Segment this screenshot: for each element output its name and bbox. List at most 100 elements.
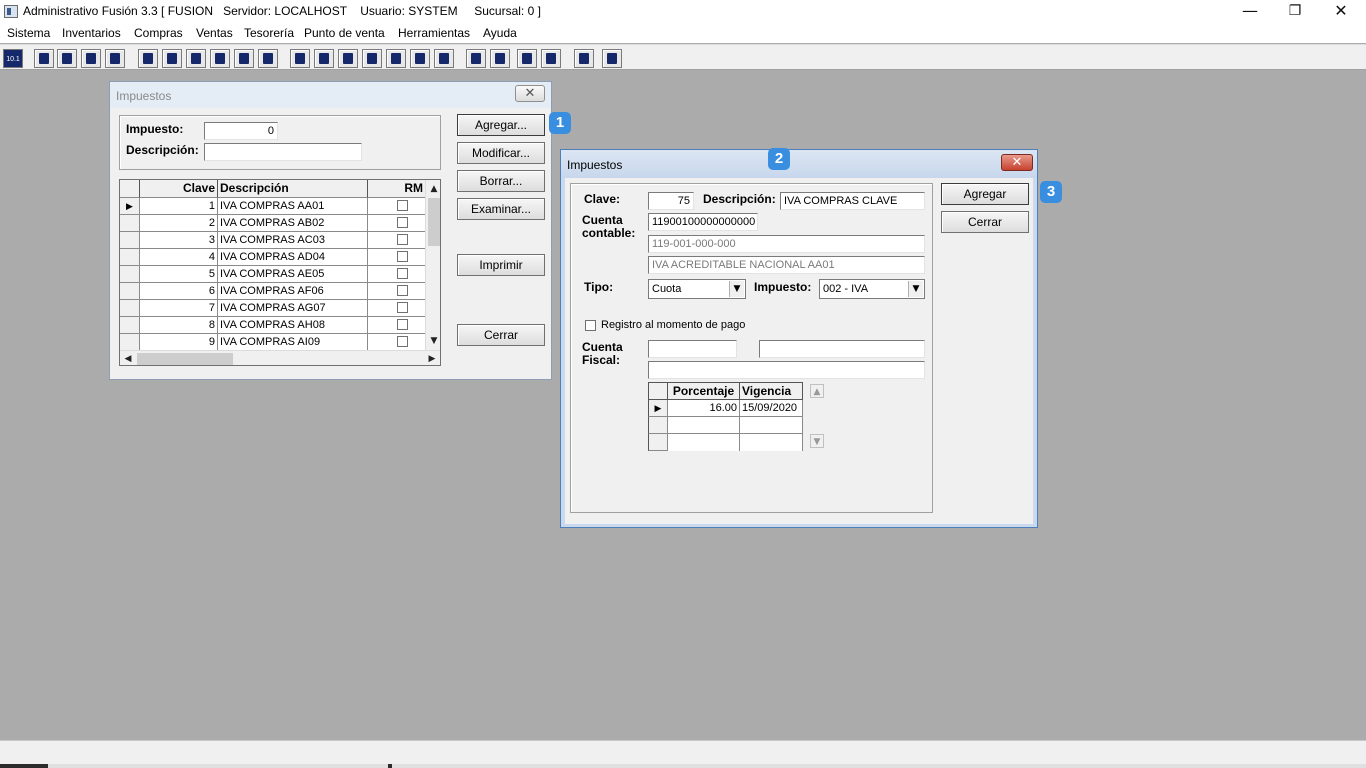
grid-cell-clave[interactable]: 1 <box>140 198 218 215</box>
grid-cell-rm[interactable] <box>368 249 426 266</box>
list-window-close-icon[interactable]: ✕ <box>515 85 545 102</box>
rm-checkbox[interactable] <box>397 234 408 245</box>
grid-cell-descripcion[interactable]: IVA COMPRAS AG07 <box>218 300 368 317</box>
minimize-button[interactable]: — <box>1227 0 1273 24</box>
scroll-up-icon[interactable]: ▲ <box>427 182 440 196</box>
grid-cell-rm[interactable] <box>368 317 426 334</box>
cuenta-contable-input[interactable]: 11900100000000000 <box>648 213 758 231</box>
import-icon[interactable] <box>186 49 206 68</box>
grid-cell-descripcion[interactable]: IVA COMPRAS AA01 <box>218 198 368 215</box>
menu-sistema[interactable]: Sistema <box>7 26 50 40</box>
restore-button[interactable]: ❐ <box>1272 0 1318 24</box>
grid-cell-clave[interactable]: 8 <box>140 317 218 334</box>
grid-cell-descripcion[interactable]: IVA COMPRAS AH08 <box>218 317 368 334</box>
grid-cell-descripcion[interactable]: IVA COMPRAS AD04 <box>218 249 368 266</box>
grid-cell-clave[interactable]: 7 <box>140 300 218 317</box>
imprimir-button[interactable]: Imprimir <box>457 254 545 276</box>
scroll-down-icon[interactable]: ▼ <box>427 334 440 348</box>
pct-cell-porcentaje[interactable]: 16.00 <box>668 400 740 417</box>
grid-cell-clave[interactable]: 9 <box>140 334 218 351</box>
grid-horizontal-scrollbar[interactable]: ◀ ▶ <box>120 350 440 365</box>
column-header-vigencia[interactable]: Vigencia <box>740 382 803 400</box>
cuenta-fiscal-name-field[interactable] <box>648 361 925 379</box>
pct-grid-scrollbar[interactable]: ▲ ▼ <box>809 382 825 452</box>
zoom-icon[interactable] <box>490 49 510 68</box>
grid-cell-descripcion[interactable]: IVA COMPRAS AI09 <box>218 334 368 351</box>
grid-cell-clave[interactable]: 2 <box>140 215 218 232</box>
scroll-thumb[interactable] <box>428 198 440 246</box>
scroll-left-icon[interactable]: ◀ <box>121 352 135 365</box>
scroll-up-icon[interactable]: ▲ <box>810 384 824 398</box>
pct-cell-empty[interactable] <box>668 434 740 451</box>
menu-ayuda[interactable]: Ayuda <box>483 26 517 40</box>
home-icon[interactable] <box>466 49 486 68</box>
pct-cell-empty[interactable] <box>668 417 740 434</box>
folder-icon[interactable] <box>162 49 182 68</box>
modificar-button[interactable]: Modificar... <box>457 142 545 164</box>
grid-cell-clave[interactable]: 3 <box>140 232 218 249</box>
rm-checkbox[interactable] <box>397 268 408 279</box>
print-icon[interactable] <box>210 49 230 68</box>
grid-cell-rm[interactable] <box>368 283 426 300</box>
box-icon[interactable] <box>314 49 334 68</box>
column-header-porcentaje[interactable]: Porcentaje <box>668 382 740 400</box>
copy-icon[interactable] <box>34 49 54 68</box>
dollar-icon[interactable] <box>386 49 406 68</box>
help-icon[interactable] <box>602 49 622 68</box>
scroll-right-icon[interactable]: ▶ <box>425 352 439 365</box>
grid-cell-rm[interactable] <box>368 198 426 215</box>
column-header-descripcion[interactable]: Descripción <box>218 180 368 198</box>
grid-cell-rm[interactable] <box>368 266 426 283</box>
menu-ventas[interactable]: Ventas <box>196 26 233 40</box>
export-icon[interactable] <box>338 49 358 68</box>
report-icon[interactable] <box>410 49 430 68</box>
tipo-select[interactable]: Cuota ▼ <box>648 279 746 299</box>
add-icon[interactable] <box>362 49 382 68</box>
grid-cell-rm[interactable] <box>368 215 426 232</box>
menu-punto-de-venta[interactable]: Punto de venta <box>304 26 385 40</box>
find-icon[interactable] <box>105 49 125 68</box>
list-icon[interactable] <box>258 49 278 68</box>
impuesto-filter-input[interactable]: 0 <box>204 122 278 140</box>
rm-checkbox[interactable] <box>397 200 408 211</box>
registro-checkbox[interactable] <box>585 320 596 331</box>
menu-herramientas[interactable]: Herramientas <box>398 26 470 40</box>
grid-cell-descripcion[interactable]: IVA COMPRAS AB02 <box>218 215 368 232</box>
refresh-icon[interactable] <box>517 49 537 68</box>
cuenta-fiscal-aux-input[interactable] <box>759 340 925 358</box>
cerrar-edit-button[interactable]: Cerrar <box>941 211 1029 233</box>
agregar-edit-button[interactable]: Agregar <box>941 183 1029 205</box>
scroll-down-icon[interactable]: ▼ <box>810 434 824 448</box>
rm-checkbox[interactable] <box>397 251 408 262</box>
grid-vertical-scrollbar[interactable]: ▲ ▼ <box>425 180 440 350</box>
rm-checkbox[interactable] <box>397 336 408 347</box>
descripcion-edit-input[interactable]: IVA COMPRAS CLAVE <box>780 192 925 210</box>
paste-icon[interactable] <box>57 49 77 68</box>
pct-cell-vigencia[interactable]: 15/09/2020 <box>740 400 803 417</box>
grid-cell-descripcion[interactable]: IVA COMPRAS AF06 <box>218 283 368 300</box>
hscroll-thumb[interactable] <box>137 353 233 365</box>
back-arrow-icon[interactable] <box>574 49 594 68</box>
pct-cell-empty[interactable] <box>740 417 803 434</box>
user-icon[interactable] <box>138 49 158 68</box>
agregar-button[interactable]: Agregar... <box>457 114 545 136</box>
calculator-icon[interactable]: 10.1 <box>3 49 23 68</box>
rm-checkbox[interactable] <box>397 302 408 313</box>
grid-cell-clave[interactable]: 4 <box>140 249 218 266</box>
transfer-icon[interactable] <box>81 49 101 68</box>
menu-compras[interactable]: Compras <box>134 26 183 40</box>
column-header-clave[interactable]: Clave <box>140 180 218 198</box>
pct-cell-empty[interactable] <box>740 434 803 451</box>
rm-checkbox[interactable] <box>397 285 408 296</box>
edit-window-close-icon[interactable]: ✕ <box>1001 154 1033 171</box>
examinar-button[interactable]: Examinar... <box>457 198 545 220</box>
cuenta-fiscal-input[interactable] <box>648 340 737 358</box>
grid-cell-descripcion[interactable]: IVA COMPRAS AC03 <box>218 232 368 249</box>
cerrar-list-button[interactable]: Cerrar <box>457 324 545 346</box>
document-icon[interactable] <box>234 49 254 68</box>
impuesto-select[interactable]: 002 - IVA ▼ <box>819 279 925 299</box>
table-icon[interactable] <box>434 49 454 68</box>
undo-icon[interactable] <box>541 49 561 68</box>
menu-inventarios[interactable]: Inventarios <box>62 26 121 40</box>
menu-tesoreria[interactable]: Tesorería <box>244 26 294 40</box>
